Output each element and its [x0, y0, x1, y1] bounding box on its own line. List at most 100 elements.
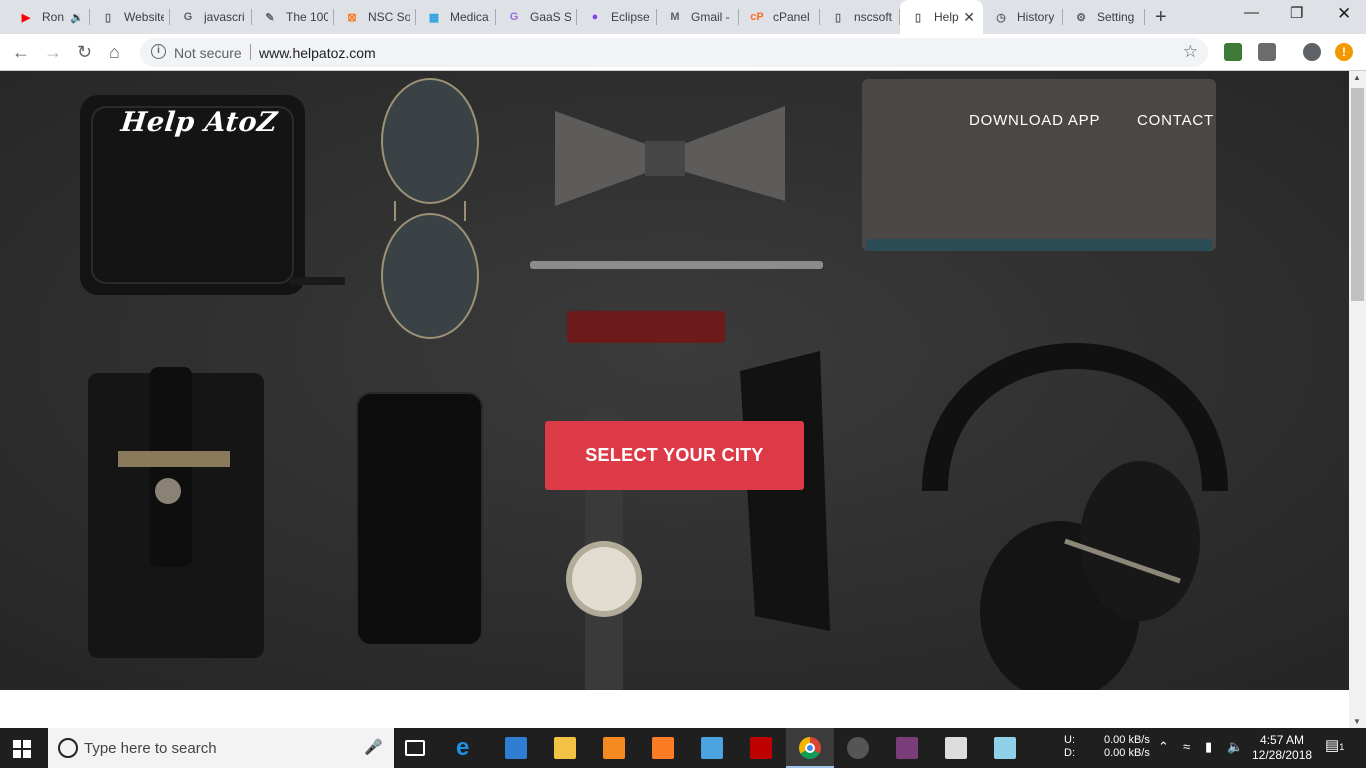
maximize-icon[interactable]: ❐ [1290, 4, 1303, 22]
tab-title: cPanel [773, 10, 810, 24]
tab-title: Gmail - [691, 10, 730, 24]
security-label: Not secure [174, 45, 242, 61]
scrollbar-thumb[interactable] [1351, 88, 1364, 301]
select-city-button[interactable]: SELECT YOUR CITY [545, 421, 804, 490]
tab-0[interactable]: ▶ Ron 🔉 [8, 0, 90, 34]
tab-10[interactable]: ▯ nscsoft [820, 0, 900, 34]
hero-section: Help AtoZ DOWNLOAD APP CONTACT SELECT YO… [0, 71, 1349, 690]
app-icon[interactable] [701, 737, 723, 759]
tab-title: Medica [450, 10, 489, 24]
tab-title: nscsoft [854, 10, 893, 24]
network-speed-labels: U: D: [1064, 734, 1075, 760]
close-tab-icon[interactable]: ✕ [963, 9, 975, 26]
gaas-icon: G [509, 11, 519, 23]
page-icon: ▯ [914, 11, 922, 24]
tab-title: NSC So [368, 10, 410, 24]
hero-background-image [0, 71, 1349, 690]
address-bar[interactable]: i Not secure www.helpatoz.com ☆ [140, 38, 1208, 67]
edge-browser-icon[interactable]: e [456, 736, 478, 760]
tab-6[interactable]: G GaaS Sc [496, 0, 577, 34]
reload-icon[interactable]: ↻ [77, 42, 92, 63]
taskbar-search-box[interactable]: Type here to search 🎤 [48, 728, 394, 768]
tab-title: History [1017, 10, 1055, 24]
tab-title: Eclipse [611, 10, 650, 24]
divider [250, 44, 251, 60]
browser-toolbar: ← → ↻ ⌂ i Not secure www.helpatoz.com ☆ … [0, 34, 1366, 71]
upload-label: U: [1064, 734, 1075, 746]
back-icon[interactable]: ← [12, 42, 30, 63]
profile-icon[interactable] [1303, 43, 1321, 61]
google-icon: G [183, 11, 193, 23]
audio-playing-icon[interactable]: 🔉 [70, 11, 84, 24]
tab-2[interactable]: Gjavascri [170, 0, 252, 34]
leaf-icon: ✎ [265, 11, 275, 24]
network-speed-values: 0.00 kB/s 0.00 kB/s [1104, 734, 1150, 760]
close-window-icon[interactable]: ✕ [1337, 4, 1351, 24]
minimize-icon[interactable]: — [1244, 4, 1259, 21]
tray-chevron-icon[interactable]: ⌃ [1158, 740, 1169, 753]
nav-download-app[interactable]: DOWNLOAD APP [969, 112, 1100, 129]
history-icon: ◷ [996, 11, 1006, 24]
tab-title: The 100 [286, 10, 328, 24]
speedometer-app-icon[interactable] [847, 737, 869, 759]
battery-icon[interactable]: ▮ [1205, 740, 1212, 753]
notification-count: 1 [1339, 742, 1345, 752]
photos-icon[interactable] [945, 737, 967, 759]
notepad-icon[interactable] [994, 737, 1016, 759]
info-icon[interactable]: i [151, 44, 166, 59]
chrome-taskbar-button[interactable] [786, 728, 834, 768]
home-icon[interactable]: ⌂ [109, 42, 120, 63]
page-scrollbar[interactable]: ▲ ▼ [1349, 71, 1366, 728]
task-view-icon[interactable] [405, 740, 425, 756]
tab-11[interactable]: ▯ Help ✕ [900, 0, 983, 34]
url-text[interactable]: www.helpatoz.com [259, 45, 376, 61]
update-alert-icon[interactable]: ! [1335, 43, 1353, 61]
site-logo[interactable]: Help AtoZ [119, 107, 279, 138]
bookmark-star-icon[interactable]: ☆ [1183, 42, 1198, 62]
tab-12[interactable]: ◷ History [983, 0, 1063, 34]
tab-8[interactable]: M Gmail - [657, 0, 739, 34]
tab-5[interactable]: ▦ Medica [416, 0, 496, 34]
scroll-up-arrow-icon[interactable]: ▲ [1353, 73, 1361, 82]
tab-13[interactable]: ⚙ Setting [1063, 0, 1145, 34]
winrar-icon[interactable] [896, 737, 918, 759]
cpanel-icon: cP [750, 11, 764, 23]
xampp-icon[interactable] [652, 737, 674, 759]
extension-tool-icon[interactable] [1258, 43, 1276, 61]
windows-start-icon[interactable] [13, 740, 31, 758]
clock[interactable]: 4:57 AM 12/28/2018 [1252, 733, 1312, 763]
search-placeholder: Type here to search [84, 740, 217, 757]
eclipse-icon: ● [591, 11, 599, 23]
extension-icon[interactable] [1224, 43, 1242, 61]
forward-icon[interactable]: → [44, 42, 62, 63]
tab-title: Ron [42, 10, 65, 24]
filezilla-icon[interactable] [750, 737, 772, 759]
action-center-icon[interactable]: ▤1 [1325, 738, 1345, 754]
store-icon[interactable] [505, 737, 527, 759]
youtube-icon: ▶ [21, 11, 31, 24]
page-icon: ▯ [834, 11, 842, 24]
xampp-icon: ⊠ [347, 11, 357, 24]
wifi-icon[interactable]: ≈ [1183, 740, 1190, 753]
volume-icon[interactable]: 🔈 [1227, 740, 1243, 753]
tab-9[interactable]: cP cPanel [739, 0, 820, 34]
new-tab-button[interactable]: + [1155, 6, 1167, 29]
upload-speed: 0.00 kB/s [1104, 734, 1150, 746]
tab-title: Website [124, 10, 164, 24]
tab-title: Setting [1097, 10, 1135, 24]
download-speed: 0.00 kB/s [1104, 747, 1150, 759]
microphone-icon[interactable]: 🎤 [364, 738, 383, 756]
tab-7[interactable]: ● Eclipse [577, 0, 657, 34]
tab-1[interactable]: ▯ Website [90, 0, 170, 34]
scroll-down-arrow-icon[interactable]: ▼ [1353, 717, 1361, 726]
sublime-text-icon[interactable] [603, 737, 625, 759]
file-explorer-icon[interactable] [554, 737, 576, 759]
chrome-icon [799, 737, 821, 759]
download-label: D: [1064, 747, 1075, 759]
nav-contact[interactable]: CONTACT [1137, 112, 1214, 129]
tab-title: javascri [204, 10, 245, 24]
tab-3[interactable]: ✎ The 100 [252, 0, 334, 34]
tab-title: Help [934, 10, 959, 24]
page-below-hero [0, 690, 1349, 728]
tab-4[interactable]: ⊠ NSC So [334, 0, 416, 34]
